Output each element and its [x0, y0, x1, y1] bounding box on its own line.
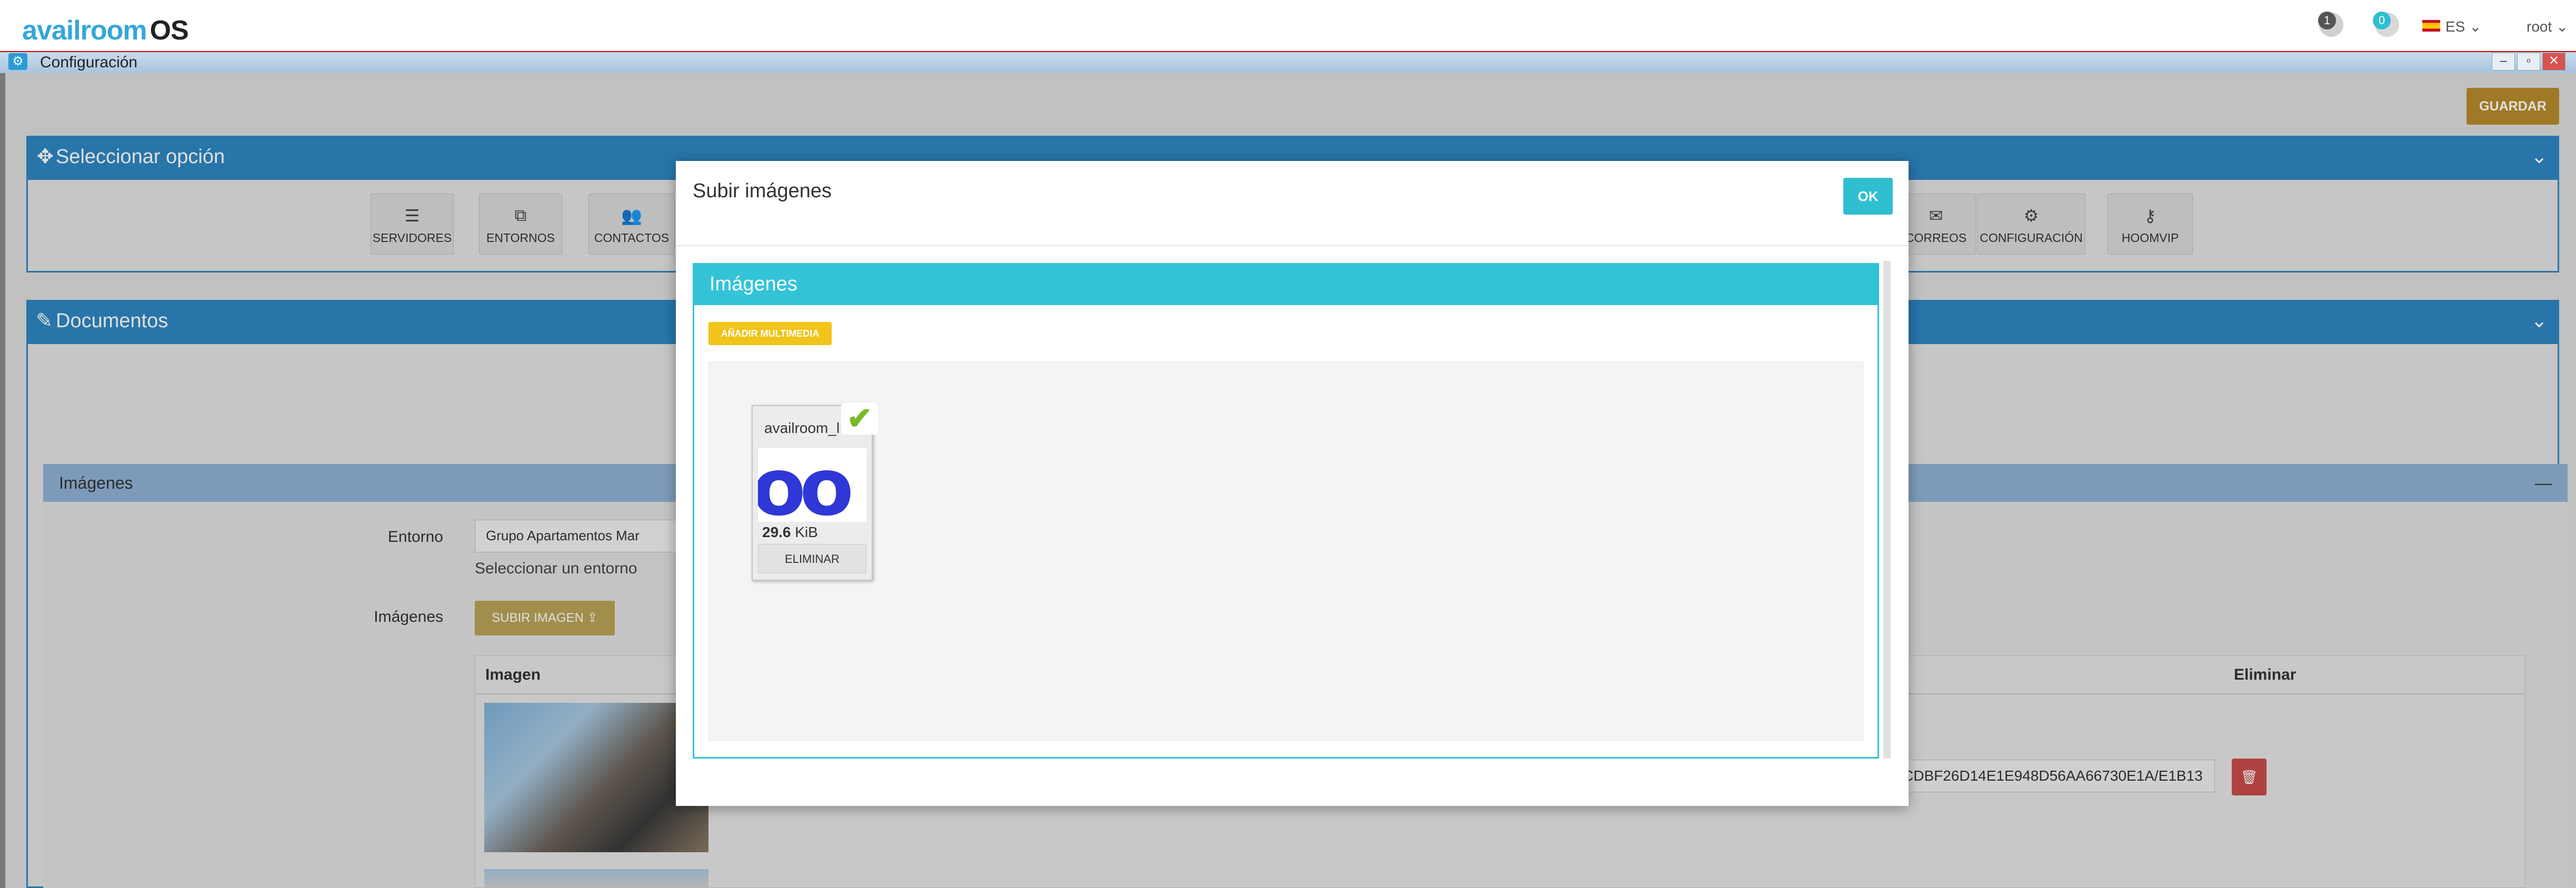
file-name: availroom_l — [764, 420, 840, 436]
language-label: ES — [2445, 18, 2465, 35]
file-preview: oo — [758, 448, 866, 522]
file-preview-text: oo — [758, 448, 854, 522]
modal-title: Subir imágenes — [693, 180, 832, 202]
modal-images-panel-header: Imágenes — [693, 263, 1879, 305]
remove-file-button[interactable]: ELIMINAR — [758, 544, 866, 573]
minimize-button[interactable]: – — [2492, 53, 2515, 70]
checkmark-icon: ✔ — [841, 403, 878, 435]
file-size: 29.6 KiB — [762, 524, 818, 541]
close-button[interactable]: ✕ — [2542, 53, 2565, 70]
logo-suffix: OS — [149, 15, 189, 46]
modal-scrollbar[interactable] — [1883, 261, 1891, 759]
app-logo[interactable]: availroom OS — [22, 15, 189, 46]
logo-text: availroom — [22, 15, 147, 46]
window-title: Configuración — [40, 54, 138, 71]
top-bar — [0, 0, 2576, 51]
file-size-value: 29.6 — [762, 524, 791, 540]
modal-divider — [676, 245, 1909, 246]
ok-button[interactable]: OK — [1843, 178, 1893, 215]
user-menu[interactable]: root ⌄ — [2527, 18, 2569, 35]
maximize-button[interactable]: ▫ — [2517, 53, 2540, 70]
file-size-unit: KiB — [795, 524, 818, 540]
user-name: root — [2527, 18, 2552, 35]
gear-icon: ⚙ — [8, 53, 27, 70]
media-dropzone[interactable] — [708, 362, 1863, 741]
spain-flag-icon — [2422, 20, 2440, 32]
window-title-bar — [0, 51, 2576, 73]
language-selector[interactable]: ES ⌄ — [2445, 18, 2482, 35]
notifications-badge: 1 — [2318, 12, 2336, 29]
alerts-badge: 0 — [2373, 12, 2391, 29]
add-media-button[interactable]: AÑADIR MULTIMEDIA — [708, 322, 832, 345]
